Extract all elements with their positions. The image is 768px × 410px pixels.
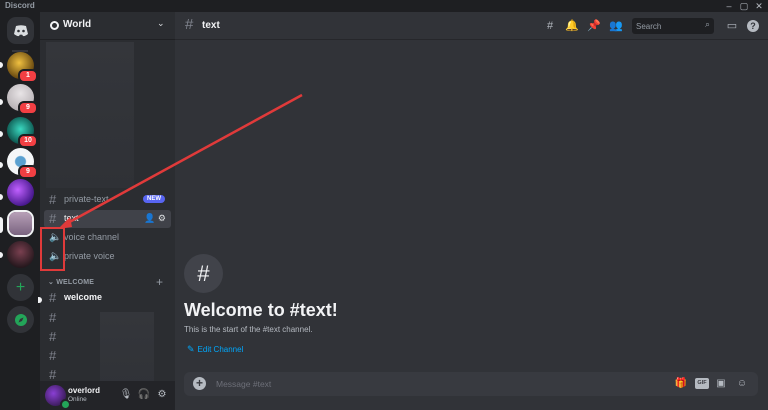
unread-pill (0, 162, 3, 168)
username: overlord (68, 386, 101, 395)
add-server-button[interactable]: + (7, 274, 34, 301)
close-icon[interactable]: ✕ (752, 0, 766, 12)
hash-icon: # (49, 310, 57, 325)
hash-icon: # (49, 290, 57, 305)
unread-pill (0, 252, 3, 258)
plus-icon: + (15, 278, 26, 296)
server-icon-5[interactable] (7, 179, 34, 206)
mention-badge: 9 (18, 101, 38, 115)
unread-pill (38, 297, 42, 303)
channel-label: private voice (64, 251, 115, 261)
server-icon-4[interactable]: 9 (7, 148, 38, 179)
server-icon-3[interactable]: 10 (7, 117, 38, 148)
channel-hidden-1[interactable]: # (44, 309, 60, 327)
emoji-icon[interactable]: ☺ (735, 377, 749, 391)
channel-label: text (64, 213, 79, 223)
redacted-area (100, 312, 154, 390)
search-box[interactable]: ⌕ (632, 18, 714, 34)
selected-pill (0, 217, 3, 233)
hash-icon: # (49, 211, 57, 226)
attach-plus-icon[interactable]: + (193, 377, 206, 390)
channel-welcome[interactable]: # welcome (44, 289, 171, 307)
channel-title: text (202, 20, 220, 31)
app-name: Discord (5, 1, 35, 10)
hash-icon: # (49, 329, 57, 344)
help-icon[interactable]: ? (745, 18, 761, 34)
channel-hash-icon: # (184, 254, 223, 293)
microphone-icon[interactable]: 🎙 (119, 387, 133, 403)
unread-pill (0, 194, 3, 200)
channel-private-voice[interactable]: 🔈 private voice (44, 248, 171, 266)
sticker-icon[interactable]: ▣ (714, 377, 728, 391)
channel-sidebar: World ⌄ # private-text NEW # text 👤 ⚙ 🔈 … (38, 12, 175, 410)
minimize-icon[interactable]: – (722, 0, 736, 12)
unread-pill (0, 131, 3, 137)
search-input[interactable] (636, 20, 696, 32)
server-icon-world[interactable] (7, 210, 34, 237)
gif-button[interactable]: GIF (695, 378, 709, 389)
members-icon[interactable]: 👥 (608, 18, 624, 34)
explore-servers-button[interactable] (7, 306, 34, 333)
home-button[interactable] (7, 17, 34, 44)
unread-pill (0, 99, 3, 105)
add-channel-icon[interactable]: + (156, 275, 163, 289)
chevron-down-icon[interactable]: ⌄ (157, 18, 165, 29)
pin-icon[interactable]: 📌 (586, 18, 602, 34)
hash-icon: # (49, 367, 57, 382)
edit-channel-link[interactable]: ✎ Edit Channel (187, 344, 243, 355)
compass-icon (14, 313, 27, 326)
locked-speaker-icon: 🔈 (49, 251, 62, 262)
welcome-subtitle: This is the start of the #text channel. (184, 325, 313, 334)
guild-icon (50, 21, 59, 30)
user-panel: overlord Online 🎙 🎧 ⚙ (40, 381, 175, 410)
unread-pill (0, 62, 3, 68)
server-icon-1[interactable]: 1 (7, 52, 38, 83)
discord-window: Discord – ▢ ✕ 1 9 10 9 + World ⌄ # priva… (0, 0, 768, 410)
server-rail: 1 9 10 9 + (0, 12, 40, 410)
headphones-icon[interactable]: 🎧 (137, 387, 151, 403)
edit-channel-label: Edit Channel (197, 345, 244, 354)
guild-header[interactable]: World ⌄ (40, 12, 175, 40)
channel-label: private-text (64, 194, 109, 204)
gift-icon[interactable]: 🎁 (674, 377, 688, 391)
title-bar: Discord – ▢ ✕ (0, 0, 768, 12)
search-icon: ⌕ (704, 19, 710, 29)
mention-badge: 9 (18, 165, 38, 179)
channel-voice-channel[interactable]: 🔈 voice channel (44, 229, 171, 247)
invite-icon[interactable]: 👤 (144, 213, 155, 223)
hash-icon: # (185, 16, 194, 33)
server-icon-7[interactable] (7, 241, 34, 268)
discord-logo-icon (13, 24, 28, 36)
welcome-title: Welcome to #text! (184, 300, 338, 320)
channel-private-text[interactable]: # private-text NEW (44, 191, 171, 209)
mention-badge: 1 (18, 69, 38, 83)
user-status-text: Online (68, 396, 87, 403)
category-label: ⌄ WELCOME (48, 279, 95, 286)
message-composer: + 🎁 GIF ▣ ☺ (184, 372, 758, 396)
message-input[interactable] (216, 378, 636, 390)
hash-icon: # (49, 192, 57, 207)
gear-icon[interactable]: ⚙ (158, 213, 166, 223)
inbox-icon[interactable]: ▭ (724, 18, 740, 34)
guild-name: World (63, 19, 92, 30)
channel-label: voice channel (64, 232, 120, 242)
pencil-icon: ✎ (187, 344, 195, 354)
mention-badge: 10 (18, 134, 38, 148)
speaker-icon: 🔈 (49, 232, 62, 243)
gear-icon[interactable]: ⚙ (155, 387, 169, 403)
channel-header: # text # 🔔 📌 👥 ⌕ ▭ ? (175, 12, 768, 40)
hash-icon: # (49, 348, 57, 363)
channel-hidden-3[interactable]: # (44, 347, 60, 365)
bell-icon[interactable]: 🔔 (564, 18, 580, 34)
channel-text[interactable]: # text 👤 ⚙ (44, 210, 171, 228)
redacted-area (46, 42, 134, 188)
server-icon-2[interactable]: 9 (7, 84, 38, 115)
new-badge: NEW (143, 195, 165, 203)
channel-label: welcome (64, 292, 103, 302)
category-welcome[interactable]: ⌄ WELCOME + (44, 275, 171, 289)
maximize-icon[interactable]: ▢ (737, 0, 751, 12)
channel-hidden-2[interactable]: # (44, 328, 60, 346)
threads-icon[interactable]: # (542, 18, 558, 34)
chat-area: # text # 🔔 📌 👥 ⌕ ▭ ? # Welcome to #text!… (175, 12, 768, 410)
